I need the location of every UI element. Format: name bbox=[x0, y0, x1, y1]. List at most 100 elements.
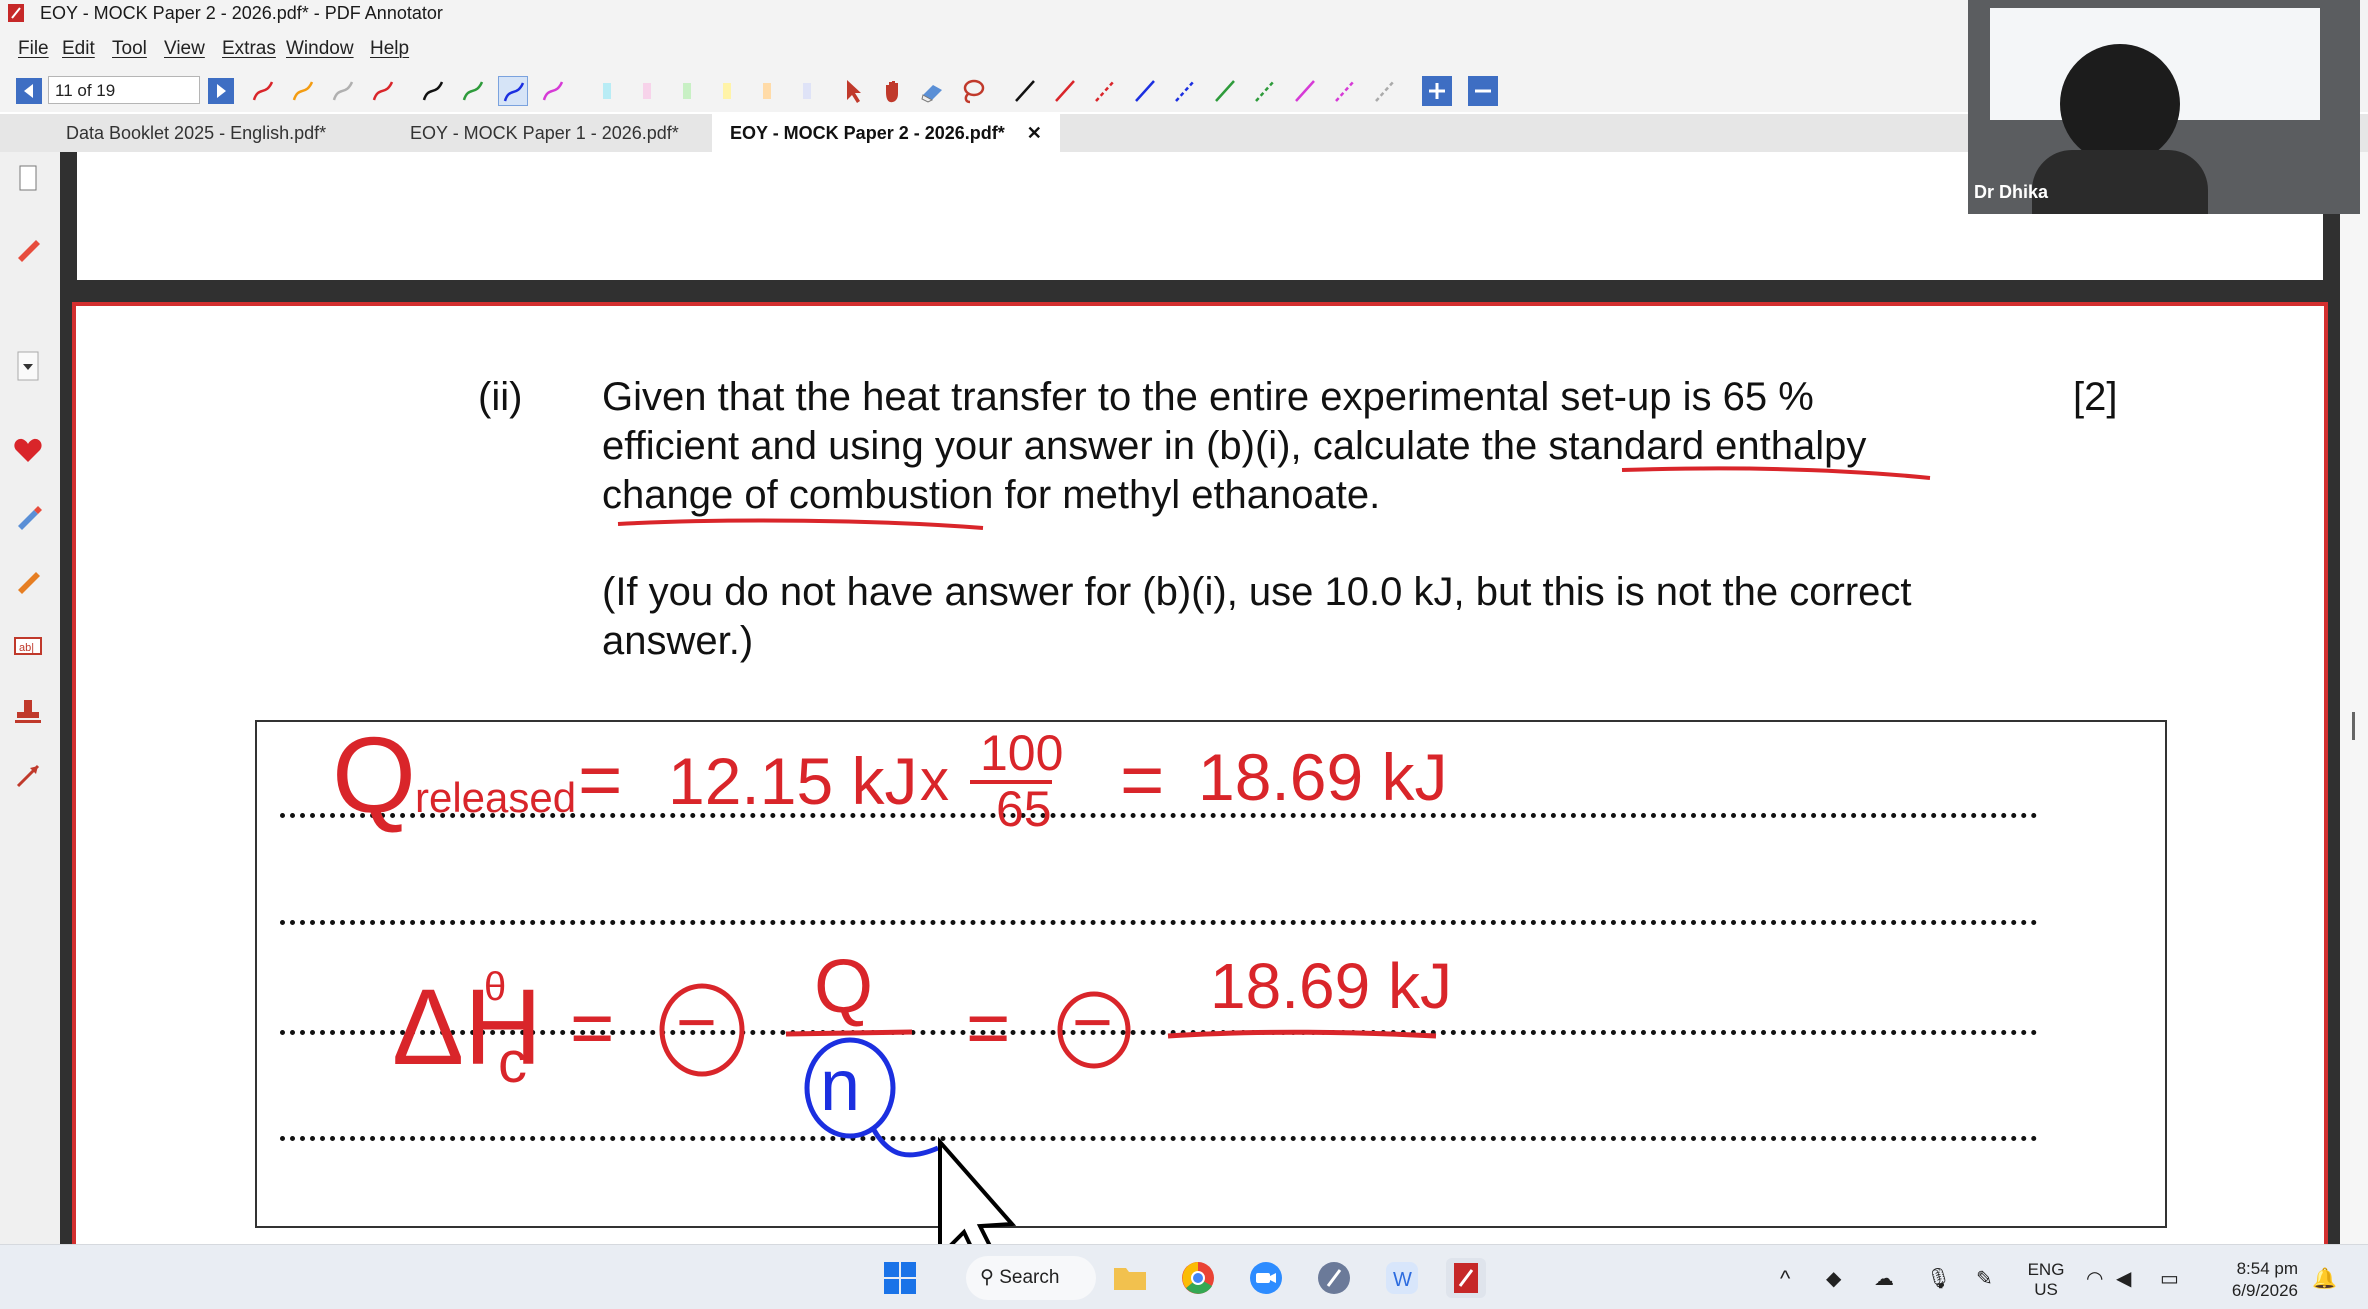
start-button[interactable] bbox=[880, 1258, 920, 1298]
text-box-icon: ab| bbox=[14, 637, 42, 655]
menu-extras[interactable]: Extras bbox=[222, 38, 276, 60]
highlighter-yellow[interactable] bbox=[712, 76, 742, 106]
clock[interactable]: 8:54 pm 6/9/2026 bbox=[2208, 1258, 2298, 1302]
menu-edit[interactable]: Edit bbox=[62, 38, 95, 60]
menu-file[interactable]: File bbox=[18, 38, 49, 60]
draw-sidebar-button[interactable] bbox=[10, 562, 46, 598]
tab-mock-paper-1[interactable]: EOY - MOCK Paper 1 - 2026.pdf* bbox=[392, 114, 697, 152]
w-app-icon: W bbox=[1386, 1262, 1418, 1294]
remove-button[interactable] bbox=[1468, 76, 1498, 106]
question-line-2: efficient and using your answer in (b)(i… bbox=[602, 424, 1867, 468]
volume-icon[interactable]: ◀ bbox=[2116, 1266, 2131, 1291]
menu-tool[interactable]: Tool bbox=[112, 38, 147, 60]
highlighter-orange[interactable] bbox=[752, 76, 782, 106]
tab-label: EOY - MOCK Paper 2 - 2026.pdf* bbox=[730, 123, 1005, 143]
select-tool[interactable] bbox=[838, 76, 868, 106]
highlighter-icon bbox=[803, 83, 811, 99]
pencil-icon bbox=[18, 572, 40, 594]
tab-mock-paper-2[interactable]: EOY - MOCK Paper 2 - 2026.pdf* ✕ bbox=[712, 114, 1060, 152]
scroll-thumb[interactable] bbox=[2352, 712, 2355, 740]
pen-preset-blue-selected[interactable] bbox=[498, 76, 528, 106]
window-title: EOY - MOCK Paper 2 - 2026.pdf* - PDF Ann… bbox=[40, 3, 443, 23]
app-button-w[interactable]: W bbox=[1382, 1258, 1422, 1298]
folder-icon bbox=[1114, 1268, 1146, 1290]
cloud-off-icon[interactable]: ☁ bbox=[1874, 1266, 1894, 1291]
dashed-line-icon bbox=[1095, 80, 1115, 102]
close-tab-icon[interactable]: ✕ bbox=[1027, 123, 1042, 143]
language-indicator[interactable]: ENG US bbox=[2024, 1260, 2068, 1300]
menu-view[interactable]: View bbox=[164, 38, 205, 60]
pen-preset-grey[interactable] bbox=[328, 76, 358, 106]
page-number-field[interactable]: 11 of 19 bbox=[48, 76, 200, 104]
line-preset-green[interactable] bbox=[1210, 76, 1240, 106]
scroll-control[interactable] bbox=[10, 348, 46, 384]
pen-tray-icon[interactable]: ✎ bbox=[1976, 1266, 1993, 1291]
taskbar-search[interactable]: ⚲ Search bbox=[966, 1256, 1096, 1300]
triangle-left-icon bbox=[24, 84, 33, 98]
vertical-scrollbar[interactable] bbox=[2340, 152, 2368, 1244]
question-number: (ii) bbox=[478, 375, 523, 419]
line-preset-blue-dashed[interactable] bbox=[1170, 76, 1200, 106]
curve-pen-icon bbox=[462, 81, 484, 101]
search-icon: ⚲ bbox=[980, 1267, 994, 1288]
line-preset-magenta-dashed[interactable] bbox=[1330, 76, 1360, 106]
next-page-button[interactable] bbox=[208, 78, 234, 104]
microphone-icon[interactable]: 🎙 bbox=[1926, 1266, 1951, 1291]
wifi-icon[interactable]: ◠ bbox=[2086, 1266, 2103, 1291]
compass-app-icon bbox=[1318, 1262, 1350, 1294]
favorites-button[interactable] bbox=[10, 432, 46, 468]
tray-overflow-chevron-icon[interactable]: ^ bbox=[1780, 1266, 1790, 1292]
highlighter-pink[interactable] bbox=[632, 76, 662, 106]
pen-preset-black[interactable] bbox=[418, 76, 448, 106]
highlighter-green[interactable] bbox=[672, 76, 702, 106]
menu-window[interactable]: Window bbox=[286, 38, 354, 60]
pen-preset-green[interactable] bbox=[458, 76, 488, 106]
tab-data-booklet[interactable]: Data Booklet 2025 - English.pdf* bbox=[48, 114, 344, 152]
question-line-3: change of combustion for methyl ethanoat… bbox=[602, 473, 1381, 517]
pen-preset-orange[interactable] bbox=[288, 76, 318, 106]
line-preset-green-dashed[interactable] bbox=[1250, 76, 1280, 106]
webcam-overlay: Dr Dhika bbox=[1968, 0, 2360, 214]
highlighter-lavender[interactable] bbox=[792, 76, 822, 106]
page-icon bbox=[19, 165, 37, 191]
highlighter-sidebar-button[interactable] bbox=[10, 498, 46, 534]
arrow-icon bbox=[16, 764, 40, 788]
line-preset-red[interactable] bbox=[1050, 76, 1080, 106]
line-preset-grey-dashed[interactable] bbox=[1370, 76, 1400, 106]
line-preset-blue[interactable] bbox=[1130, 76, 1160, 106]
pen-preset-red-2[interactable] bbox=[368, 76, 398, 106]
arrow-sidebar-button[interactable] bbox=[10, 758, 46, 794]
menu-help[interactable]: Help bbox=[370, 38, 409, 60]
line-preset-magenta[interactable] bbox=[1290, 76, 1320, 106]
previous-page-button[interactable] bbox=[16, 78, 42, 104]
highlighter-cyan[interactable] bbox=[592, 76, 622, 106]
notifications-bell-icon[interactable]: 🔔 bbox=[2312, 1266, 2337, 1291]
battery-icon[interactable]: ▭ bbox=[2160, 1266, 2179, 1291]
text-box-button[interactable]: ab| bbox=[10, 628, 46, 664]
chrome-icon bbox=[1182, 1262, 1214, 1294]
curve-pen-icon bbox=[503, 82, 525, 102]
stamp-button[interactable] bbox=[10, 694, 46, 730]
language-top: ENG bbox=[2027, 1260, 2065, 1279]
add-button[interactable] bbox=[1422, 76, 1452, 106]
line-preset-black[interactable] bbox=[1010, 76, 1040, 106]
zoom-button[interactable] bbox=[1246, 1258, 1286, 1298]
app-button-grey[interactable] bbox=[1314, 1258, 1354, 1298]
pdf-annotator-taskbar-button[interactable] bbox=[1446, 1258, 1486, 1298]
line-icon bbox=[1055, 80, 1075, 102]
file-explorer-button[interactable] bbox=[1110, 1258, 1150, 1298]
pen-sidebar-button[interactable] bbox=[10, 230, 46, 266]
triangle-right-icon bbox=[217, 84, 226, 98]
line-preset-red-dashed[interactable] bbox=[1090, 76, 1120, 106]
tab-label: Data Booklet 2025 - English.pdf* bbox=[66, 123, 327, 143]
dropbox-icon[interactable]: ◆ bbox=[1826, 1266, 1841, 1291]
blank-page-button[interactable] bbox=[10, 160, 46, 196]
eraser-tool[interactable] bbox=[918, 76, 948, 106]
dashed-line-icon bbox=[1175, 80, 1195, 102]
chrome-button[interactable] bbox=[1178, 1258, 1218, 1298]
pen-preset-red[interactable] bbox=[248, 76, 278, 106]
lasso-tool[interactable] bbox=[958, 76, 988, 106]
pen-preset-magenta[interactable] bbox=[538, 76, 568, 106]
hand-tool[interactable] bbox=[878, 76, 908, 106]
line-icon bbox=[1215, 80, 1235, 102]
